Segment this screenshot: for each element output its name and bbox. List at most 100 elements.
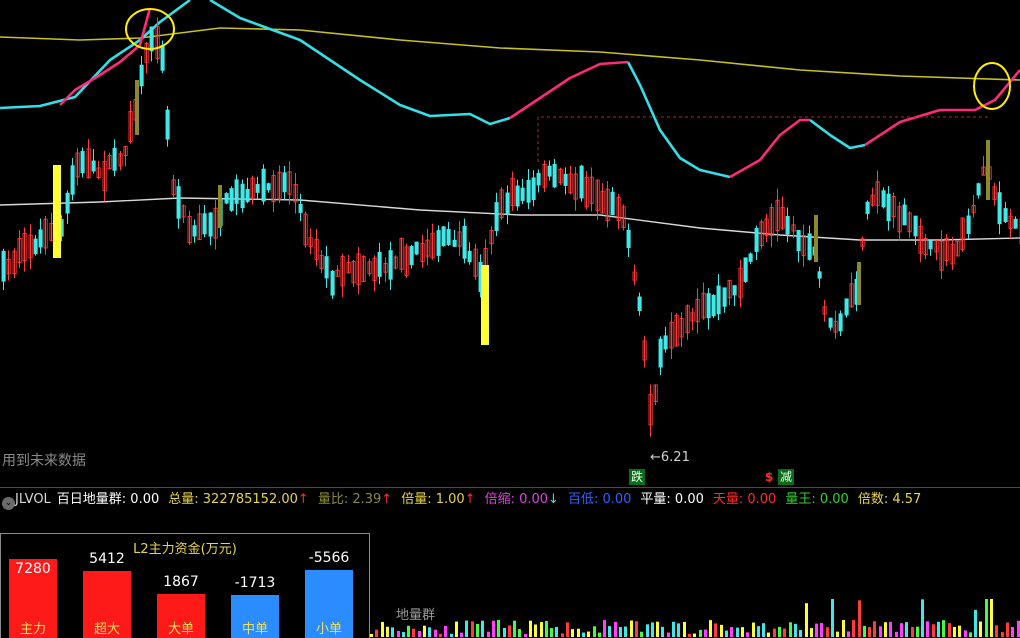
candle	[457, 220, 462, 256]
candle	[361, 255, 366, 283]
fund-bar-value: -5566	[308, 550, 350, 566]
fund-bar: 大单	[157, 594, 205, 638]
volume-bar	[561, 633, 564, 637]
volume-bar	[503, 627, 506, 637]
candle	[123, 145, 128, 167]
candle	[393, 255, 398, 270]
candle	[314, 228, 319, 267]
candle	[12, 248, 17, 279]
candle	[870, 187, 875, 207]
volume-bar	[783, 628, 786, 637]
volume-bar	[858, 600, 861, 637]
candle	[218, 185, 222, 228]
volume-bar	[582, 632, 585, 637]
candle	[536, 169, 541, 193]
volume-bar	[513, 620, 516, 637]
volume-bar	[974, 609, 977, 637]
candle	[637, 292, 642, 316]
candle	[452, 229, 457, 247]
volume-bar	[810, 628, 813, 637]
volume-bar	[778, 626, 781, 637]
candle	[701, 282, 706, 320]
volume-bar	[407, 625, 410, 637]
volume-bar	[646, 624, 649, 637]
volume-bar	[481, 620, 484, 637]
candle	[610, 186, 615, 216]
candle	[149, 26, 154, 62]
volume-bar	[831, 599, 834, 637]
volume-bar	[1011, 626, 1014, 637]
candle	[875, 170, 880, 214]
candle	[616, 193, 621, 230]
fund-bar-value: 7280	[15, 561, 51, 577]
candle	[197, 204, 202, 240]
candle	[462, 218, 467, 264]
candle	[202, 205, 207, 238]
indicator-info-bar: ⌄ JLVOL 百日地量群: 0.00 总量: 322785152.00↑ 量比: 2.…	[0, 487, 1020, 512]
candle	[330, 270, 335, 299]
volume-bar	[911, 626, 914, 637]
candle	[38, 218, 43, 254]
candle	[271, 170, 276, 213]
candle	[663, 326, 668, 353]
candle	[791, 215, 796, 238]
candle	[118, 150, 123, 171]
candle	[857, 262, 861, 305]
candle	[780, 196, 785, 231]
volume-bar	[508, 625, 511, 637]
candlestick-chart[interactable]	[0, 0, 1020, 490]
candle	[287, 161, 292, 205]
candle	[229, 186, 234, 212]
candle	[600, 183, 605, 214]
volume-bar	[714, 623, 717, 637]
volume-bar	[895, 631, 898, 637]
candle	[939, 229, 944, 280]
candle	[107, 152, 112, 170]
candle	[690, 307, 695, 331]
volume-bar	[863, 625, 866, 637]
volume-bar	[773, 628, 776, 637]
candle	[165, 105, 170, 147]
candle	[308, 228, 313, 255]
candle	[589, 167, 594, 212]
volume-bar	[661, 626, 664, 637]
volume-bar	[964, 630, 967, 637]
candle	[171, 174, 176, 197]
candle	[807, 225, 812, 261]
candle	[499, 187, 504, 220]
candle	[1003, 202, 1008, 224]
volume-bar	[598, 632, 601, 637]
candle	[351, 259, 356, 287]
indicator-item: 平量: 0.00	[640, 492, 704, 507]
candle	[573, 167, 578, 211]
volume-bar	[741, 627, 744, 637]
candle	[298, 193, 303, 221]
candle	[102, 150, 107, 202]
volume-bar	[905, 622, 908, 637]
candle	[669, 312, 674, 359]
fund-bar-value: 5412	[89, 551, 125, 567]
candle	[372, 255, 377, 292]
volume-bar	[879, 626, 882, 637]
indicator-item: 倍量: 1.00	[401, 492, 465, 507]
volume-bar	[587, 631, 590, 637]
volume-bar	[603, 620, 606, 637]
candle	[685, 304, 690, 340]
volume-bar	[693, 633, 696, 637]
chevron-down-icon[interactable]: ⌄	[2, 497, 15, 510]
indicator-name[interactable]: JLVOL	[15, 492, 51, 507]
candle	[49, 212, 54, 242]
candle	[240, 179, 245, 213]
arrow-up-icon: ↑	[297, 492, 309, 507]
candle	[695, 288, 700, 334]
candle	[679, 312, 684, 347]
volume-bar	[550, 628, 553, 637]
l2-fund-panel: L2主力资金(万元) 主力 7280 超大 5412 大单 1867 中单 -1713 小单 -5…	[0, 533, 370, 638]
volume-bar	[545, 621, 548, 637]
candle	[255, 176, 260, 200]
volume-bar	[757, 626, 760, 637]
candle	[481, 265, 489, 345]
candle	[346, 254, 351, 274]
volume-bar	[434, 629, 437, 637]
volume-bar	[529, 620, 532, 637]
